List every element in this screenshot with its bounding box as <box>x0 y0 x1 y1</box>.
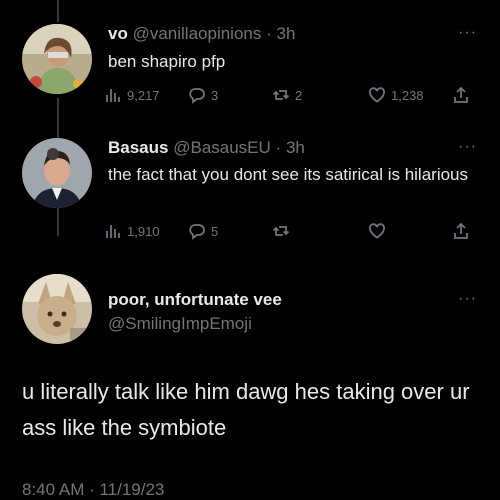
tweet-1-like-button[interactable]: 1,238 <box>368 86 424 104</box>
tweet-1-reply-count: 3 <box>211 87 219 103</box>
tweet-2-views-count: 1,910 <box>127 223 160 239</box>
tweet-2-name[interactable]: Basaus <box>108 138 168 157</box>
retweet-icon <box>272 226 290 236</box>
tweet-2-actions: 1,910 5 <box>104 222 482 246</box>
main-tweet-more-button[interactable]: ··· <box>458 290 477 308</box>
tweet-2-retweet-button[interactable] <box>272 222 290 240</box>
tweet-1-separator: · <box>266 24 272 43</box>
tweet-2-like-button[interactable] <box>368 222 386 240</box>
main-tweet-name[interactable]: poor, unfortunate vee <box>108 290 282 310</box>
tweet-2-share-button[interactable] <box>452 222 470 240</box>
tweet-2-time[interactable]: 3h <box>286 138 305 157</box>
tweet-1-retweet-button[interactable]: 2 <box>272 86 302 104</box>
main-tweet-timestamp[interactable]: 8:40 AM · 11/19/23 <box>22 480 164 500</box>
views-icon <box>106 225 120 238</box>
reply-icon <box>189 88 205 104</box>
tweet-1-handle[interactable]: @vanillaopinions <box>133 24 262 43</box>
main-tweet-handle[interactable]: @SmilingImpEmoji <box>108 314 252 334</box>
tweet-1-retweet-count: 2 <box>295 87 303 103</box>
thread-line-top <box>57 0 59 22</box>
avatar-smilingimpemoji[interactable] <box>22 274 92 344</box>
tweet-1-actions: 9,217 3 2 1,238 <box>104 86 482 110</box>
share-icon <box>454 86 468 103</box>
share-icon <box>454 222 468 239</box>
like-icon <box>369 87 385 103</box>
tweet-1-share-button[interactable] <box>452 86 470 104</box>
tweet-2-more-button[interactable]: ··· <box>458 138 477 156</box>
tweet-1-views-count: 9,217 <box>127 87 160 103</box>
views-icon <box>106 89 120 102</box>
tweet-1-time[interactable]: 3h <box>277 24 296 43</box>
tweet-2-text: the fact that you dont see its satirical… <box>108 165 469 184</box>
tweet-2-header: Basaus @BasausEU · 3h <box>108 138 305 158</box>
tweet-1-text: ben shapiro pfp <box>108 52 226 71</box>
tweet-2-reply-button[interactable]: 5 <box>188 222 218 240</box>
tweet-1-name[interactable]: vo <box>108 24 128 43</box>
tweet-1-reply-button[interactable]: 3 <box>188 86 218 104</box>
tweet-2-handle[interactable]: @BasausEU <box>173 138 271 157</box>
tweet-1-more-button[interactable]: ··· <box>458 24 477 42</box>
avatar-basauseu[interactable] <box>22 138 92 208</box>
avatar-vanillaopinions[interactable] <box>22 24 92 94</box>
tweet-1-views[interactable]: 9,217 <box>104 86 160 104</box>
tweet-2-views[interactable]: 1,910 <box>104 222 160 240</box>
like-icon <box>369 223 385 239</box>
tweet-2-reply-count: 5 <box>211 223 219 239</box>
tweet-1-header: vo @vanillaopinions · 3h <box>108 24 295 44</box>
tweet-2-separator: · <box>275 138 282 157</box>
tweet-1-like-count: 1,238 <box>391 87 424 103</box>
main-tweet-text: u literally talk like him dawg hes takin… <box>22 379 470 440</box>
reply-icon <box>189 224 205 240</box>
retweet-icon <box>272 90 290 100</box>
